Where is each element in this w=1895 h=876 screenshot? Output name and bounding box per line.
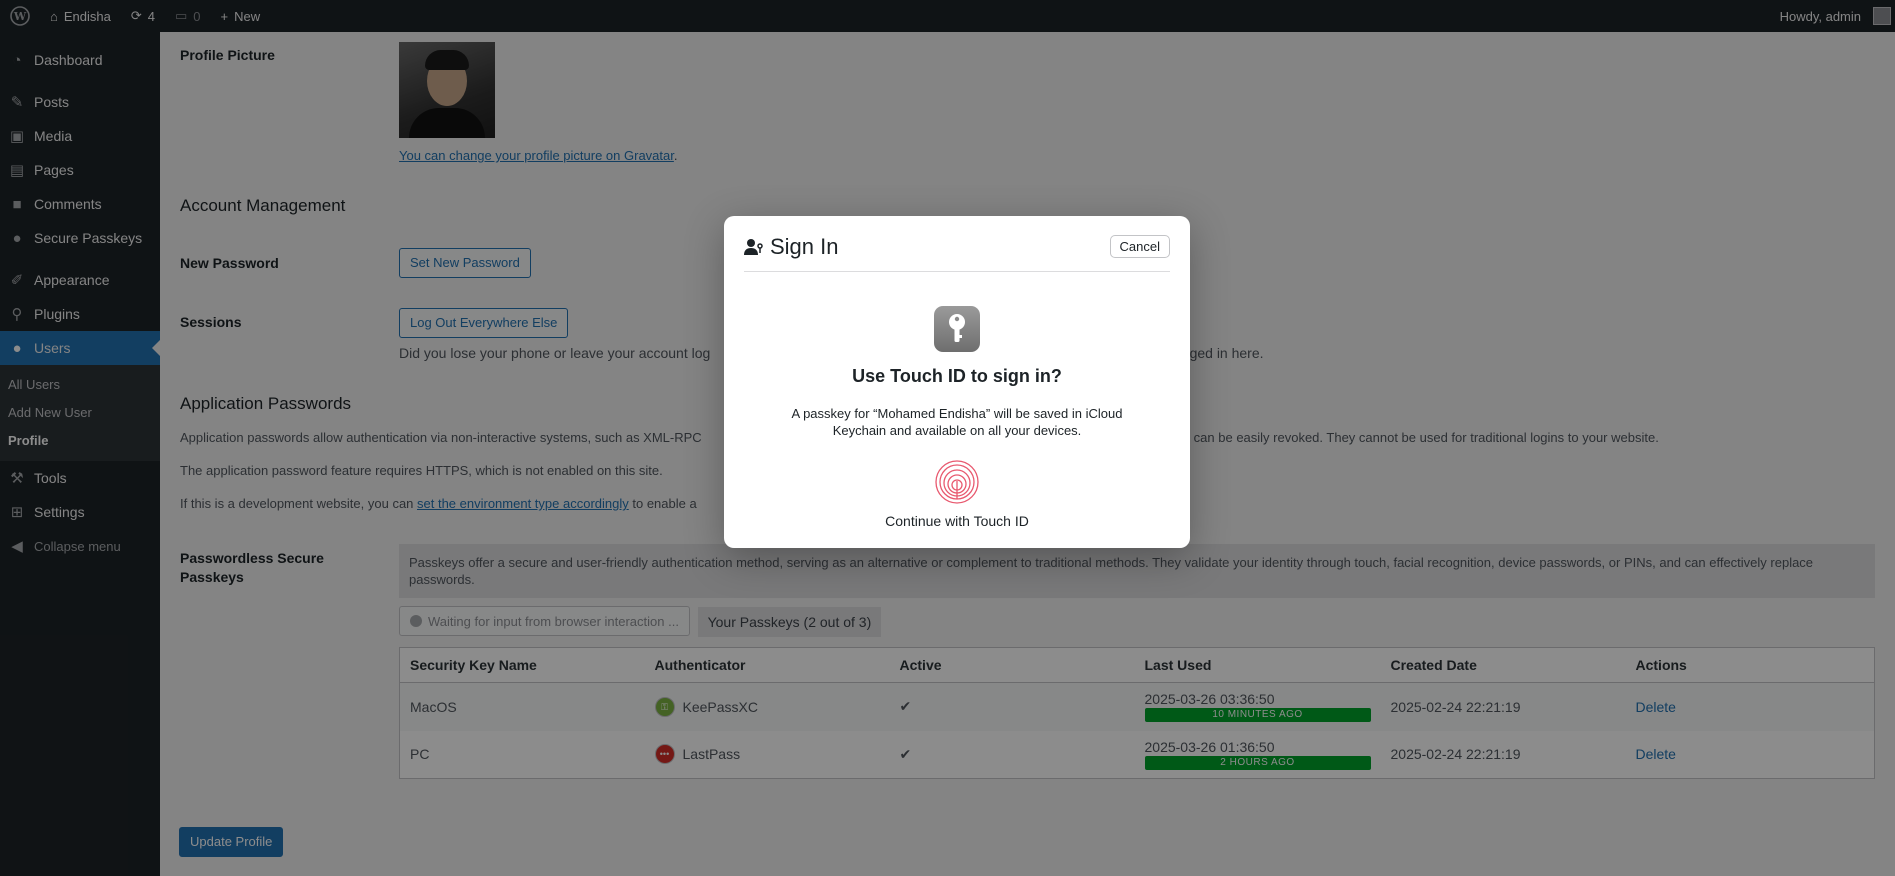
key-icon	[934, 306, 980, 352]
dialog-heading: Use Touch ID to sign in?	[852, 366, 1062, 386]
continue-with-touch-id-button[interactable]: Continue with Touch ID	[744, 513, 1170, 529]
user-key-icon	[744, 238, 763, 255]
passkey-sign-in-dialog: Sign In Cancel Use Touch ID to sign in? …	[724, 216, 1190, 548]
dialog-message: A passkey for “Mohamed Endisha” will be …	[791, 406, 1123, 438]
dialog-title: Sign In	[770, 233, 839, 259]
dialog-cancel-button[interactable]: Cancel	[1109, 235, 1170, 258]
fingerprint-icon[interactable]	[934, 459, 980, 505]
